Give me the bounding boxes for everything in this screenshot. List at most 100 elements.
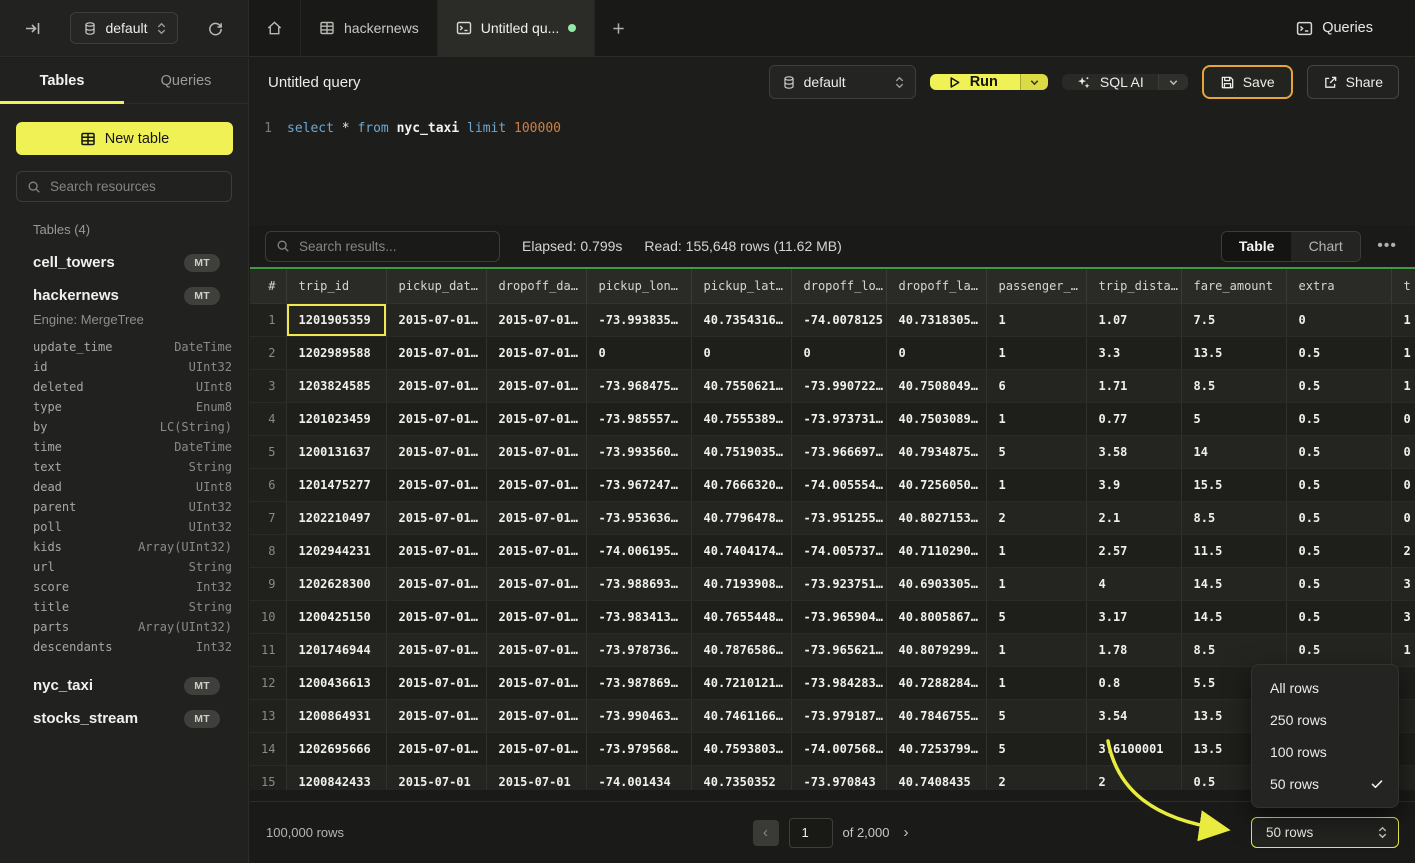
- table-row[interactable]: 912026283002015-07-01…2015-07-01…-73.988…: [250, 567, 1415, 600]
- schema-column[interactable]: update_timeDateTime: [33, 337, 232, 357]
- row-number[interactable]: 9: [250, 567, 286, 600]
- schema-column[interactable]: timeDateTime: [33, 437, 232, 457]
- table-cell[interactable]: 2015-07-01…: [386, 699, 486, 732]
- page-number-input[interactable]: [789, 818, 833, 848]
- row-number[interactable]: 12: [250, 666, 286, 699]
- table-cell[interactable]: 40.8079299…: [886, 633, 986, 666]
- table-cell[interactable]: 0: [1391, 468, 1415, 501]
- table-cell[interactable]: 2015-07-01…: [486, 369, 586, 402]
- column-header[interactable]: pickup_lat…: [691, 269, 791, 303]
- table-cell[interactable]: 2015-07-01…: [486, 501, 586, 534]
- table-row[interactable]: 1412026956662015-07-01…2015-07-01…-73.97…: [250, 732, 1415, 765]
- table-cell[interactable]: 2015-07-01…: [486, 534, 586, 567]
- table-row[interactable]: 1112017469442015-07-01…2015-07-01…-73.97…: [250, 633, 1415, 666]
- column-header[interactable]: pickup_dat…: [386, 269, 486, 303]
- table-cell[interactable]: -73.979187…: [791, 699, 886, 732]
- table-cell[interactable]: 8.5: [1181, 501, 1286, 534]
- table-cell[interactable]: 2015-07-01…: [386, 732, 486, 765]
- table-row[interactable]: 212029895882015-07-01…2015-07-01…000013.…: [250, 336, 1415, 369]
- new-table-button[interactable]: New table: [16, 122, 233, 155]
- table-cell[interactable]: 0: [886, 336, 986, 369]
- table-cell[interactable]: 2015-07-01…: [486, 567, 586, 600]
- table-cell[interactable]: 2015-07-01…: [486, 435, 586, 468]
- schema-column[interactable]: urlString: [33, 557, 232, 577]
- table-cell[interactable]: 1: [986, 633, 1086, 666]
- table-cell[interactable]: 0: [691, 336, 791, 369]
- table-cell[interactable]: 40.7408435: [886, 765, 986, 790]
- table-cell[interactable]: 2015-07-01…: [486, 666, 586, 699]
- table-cell[interactable]: 0: [1391, 402, 1415, 435]
- column-header[interactable]: pickup_lon…: [586, 269, 691, 303]
- table-cell[interactable]: 1200436613: [286, 666, 386, 699]
- table-row[interactable]: 612014752772015-07-01…2015-07-01…-73.967…: [250, 468, 1415, 501]
- schema-column[interactable]: titleString: [33, 597, 232, 617]
- table-cell[interactable]: 2: [1086, 765, 1181, 790]
- sidebar-item-cell-towers[interactable]: cell_towers MT: [0, 246, 248, 279]
- table-cell[interactable]: 5: [1181, 402, 1286, 435]
- table-cell[interactable]: 1202210497: [286, 501, 386, 534]
- table-row[interactable]: 312038245852015-07-01…2015-07-01…-73.968…: [250, 369, 1415, 402]
- table-cell[interactable]: 3.9: [1086, 468, 1181, 501]
- table-cell[interactable]: 1: [986, 336, 1086, 369]
- row-number[interactable]: 7: [250, 501, 286, 534]
- row-number[interactable]: 13: [250, 699, 286, 732]
- table-cell[interactable]: 40.6903305…: [886, 567, 986, 600]
- table-cell[interactable]: 1: [986, 303, 1086, 336]
- column-header[interactable]: #: [250, 269, 286, 303]
- table-cell[interactable]: 5: [986, 699, 1086, 732]
- table-cell[interactable]: -73.953636…: [586, 501, 691, 534]
- database-selector[interactable]: default: [70, 12, 177, 44]
- table-cell[interactable]: 2015-07-01: [486, 765, 586, 790]
- row-number[interactable]: 6: [250, 468, 286, 501]
- schema-column[interactable]: descendantsInt32: [33, 637, 232, 657]
- sql-editor[interactable]: 1 select * from nyc_taxi limit 100000: [250, 106, 1415, 225]
- table-cell[interactable]: 1200425150: [286, 600, 386, 633]
- table-cell[interactable]: 1: [986, 468, 1086, 501]
- query-database-selector[interactable]: default: [769, 65, 916, 99]
- table-cell[interactable]: 2015-07-01…: [386, 402, 486, 435]
- schema-column[interactable]: idUInt32: [33, 357, 232, 377]
- table-cell[interactable]: 0: [1391, 501, 1415, 534]
- table-cell[interactable]: 1: [986, 567, 1086, 600]
- table-cell[interactable]: -73.983413…: [586, 600, 691, 633]
- table-cell[interactable]: 2015-07-01…: [486, 402, 586, 435]
- table-cell[interactable]: 40.7934875…: [886, 435, 986, 468]
- tab-untitled-query[interactable]: Untitled qu...: [438, 0, 596, 56]
- table-cell[interactable]: 0.5: [1286, 435, 1391, 468]
- table-cell[interactable]: -73.979568…: [586, 732, 691, 765]
- run-options-button[interactable]: [1020, 74, 1048, 90]
- table-cell[interactable]: -73.990722…: [791, 369, 886, 402]
- tab-hackernews[interactable]: hackernews: [301, 0, 438, 56]
- table-cell[interactable]: 2015-07-01…: [386, 666, 486, 699]
- table-cell[interactable]: 40.7796478…: [691, 501, 791, 534]
- table-row[interactable]: 1512008424332015-07-012015-07-01-74.0014…: [250, 765, 1415, 790]
- save-button[interactable]: Save: [1202, 65, 1293, 99]
- table-cell[interactable]: 40.8027153…: [886, 501, 986, 534]
- resource-search-input[interactable]: [50, 179, 221, 194]
- resource-search[interactable]: [16, 171, 232, 202]
- sidebar-item-stocks-stream[interactable]: stocks_stream MT: [0, 702, 248, 735]
- table-cell[interactable]: 1: [986, 534, 1086, 567]
- table-cell[interactable]: -73.970843: [791, 765, 886, 790]
- table-cell[interactable]: 2.57: [1086, 534, 1181, 567]
- table-cell[interactable]: 3: [1391, 600, 1415, 633]
- table-cell[interactable]: 2015-07-01…: [486, 600, 586, 633]
- table-cell[interactable]: 2: [986, 765, 1086, 790]
- table-cell[interactable]: 40.8005867…: [886, 600, 986, 633]
- table-cell[interactable]: 1201023459: [286, 402, 386, 435]
- table-cell[interactable]: -73.984283…: [791, 666, 886, 699]
- queries-button[interactable]: Queries: [1296, 0, 1415, 56]
- schema-column[interactable]: partsArray(UInt32): [33, 617, 232, 637]
- table-cell[interactable]: 1202944231: [286, 534, 386, 567]
- table-cell[interactable]: 14.5: [1181, 600, 1286, 633]
- results-search-input[interactable]: [299, 239, 489, 254]
- column-header[interactable]: passenger_…: [986, 269, 1086, 303]
- rows-menu-item[interactable]: 50 rows: [1252, 768, 1398, 800]
- sidebar-item-hackernews[interactable]: hackernews MT: [0, 279, 248, 312]
- table-cell[interactable]: 40.7253799…: [886, 732, 986, 765]
- schema-column[interactable]: deadUInt8: [33, 477, 232, 497]
- table-cell[interactable]: -73.978736…: [586, 633, 691, 666]
- rows-menu-item[interactable]: 250 rows: [1252, 704, 1398, 736]
- table-cell[interactable]: 8.5: [1181, 369, 1286, 402]
- table-cell[interactable]: 1202695666: [286, 732, 386, 765]
